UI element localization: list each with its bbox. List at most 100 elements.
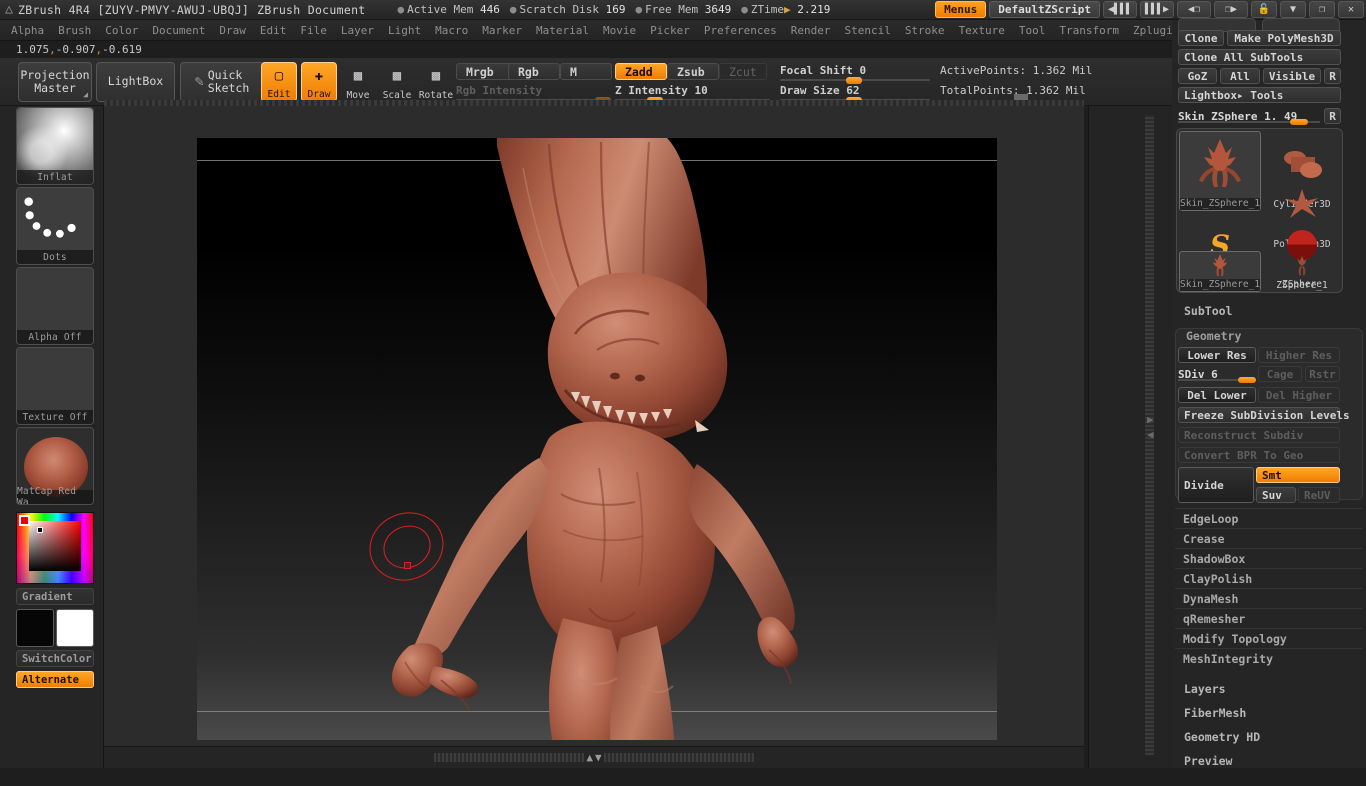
projection-master-button[interactable]: Projection Master ◢ [18,62,92,102]
sdiv-slider[interactable]: SDiv 6 [1178,366,1256,383]
texture-swatch[interactable]: Texture Off [16,347,94,425]
material-swatch[interactable]: MatCap Red Wa [16,427,94,505]
menu-item-file[interactable]: File [293,22,334,38]
section-edgeloop[interactable]: EdgeLoop [1175,508,1363,528]
visible-r-button[interactable]: R [1324,68,1341,84]
zadd-button[interactable]: Zadd [615,63,667,80]
lightbox-button[interactable]: LightBox [96,62,175,102]
menu-item-marker[interactable]: Marker [475,22,529,38]
draw-button[interactable]: ✚ Draw [301,62,337,102]
rgb-button[interactable]: Rgb [508,63,560,80]
menu-item-layer[interactable]: Layer [334,22,381,38]
creature-model[interactable] [197,138,997,740]
zsub-button[interactable]: Zsub [667,63,719,80]
bottom-scroll-bar[interactable]: ▲ ▼ [104,746,1084,768]
slider-knob[interactable] [846,77,862,84]
m-button[interactable]: M [560,63,612,80]
section-crease[interactable]: Crease [1175,528,1363,548]
suv-button[interactable]: Suv [1256,487,1296,503]
reconstruct-subdiv-button[interactable]: Reconstruct Subdiv [1178,427,1340,443]
menu-item-brush[interactable]: Brush [51,22,98,38]
menu-item-color[interactable]: Color [98,22,145,38]
color-cursor-icon[interactable] [37,527,43,533]
clone-button[interactable]: Clone [1178,30,1224,46]
scroll-right-arrow-icon[interactable]: ▶ [1147,413,1154,426]
menu-item-stroke[interactable]: Stroke [898,22,952,38]
scroll-left-icon[interactable]: ◀▌▌▌ [1103,1,1137,18]
stroke-swatch[interactable]: Dots [16,187,94,265]
menus-button[interactable]: Menus [935,1,987,18]
section-layers[interactable]: Layers [1184,682,1226,696]
goz-button[interactable]: GoZ [1178,68,1217,84]
close-icon[interactable]: ✕ [1338,1,1364,18]
lightbox-tools-button[interactable]: Lightbox▸ Tools [1178,87,1341,103]
canvas-area[interactable] [104,106,1084,746]
all-button[interactable]: All [1220,68,1260,84]
switch-color-button[interactable]: SwitchColor [16,650,94,667]
section-fibermesh[interactable]: FiberMesh [1184,706,1246,720]
smt-button[interactable]: Smt [1256,467,1340,483]
tool-thumb-zsphere-1[interactable]: ZSphere_1 [1261,251,1343,292]
menu-item-document[interactable]: Document [145,22,212,38]
restore-icon[interactable]: ❐ [1309,1,1335,18]
menu-item-macro[interactable]: Macro [428,22,475,38]
visible-button[interactable]: Visible [1263,68,1321,84]
menu-item-movie[interactable]: Movie [596,22,643,38]
divide-button[interactable]: Divide [1178,467,1254,503]
focal-shift-slider[interactable]: Focal Shift 0 [780,64,930,84]
menu-item-render[interactable]: Render [784,22,838,38]
reuv-button[interactable]: ReUV [1298,487,1340,503]
lock-icon[interactable]: 🔓 [1251,1,1277,18]
tool-thumbnail-grid[interactable]: Skin_ZSphere_1 Cylinder3D PolyMesh3D [1176,128,1343,293]
section-claypolish[interactable]: ClayPolish [1175,568,1363,588]
menu-item-transform[interactable]: Transform [1052,22,1126,38]
bottom-strip-right[interactable] [603,753,754,762]
make-polymesh3d-button[interactable]: Make PolyMesh3D [1227,30,1341,46]
scroll-up-icon[interactable]: ▲ [586,751,593,764]
section-preview[interactable]: Preview [1184,754,1232,768]
tool-thumb-skin-zsphere-1-large[interactable]: Skin_ZSphere_1 [1179,131,1261,211]
section-meshintegrity[interactable]: MeshIntegrity [1175,648,1363,668]
move-button[interactable]: ▩ Move [340,62,376,102]
secondary-color-square[interactable] [56,609,94,647]
quick-sketch-button[interactable]: ✎ Quick Sketch [180,62,264,102]
mrgb-button[interactable]: Mrgb [456,63,514,80]
minimize-icon[interactable]: ▼ [1280,1,1306,18]
convert-bpr-button[interactable]: Convert BPR To Geo [1178,447,1340,463]
edit-button[interactable]: ▢ Edit [261,62,297,102]
scroll-down-icon[interactable]: ▼ [595,751,602,764]
scroll-right-icon[interactable]: ▌▌▌▶ [1140,1,1174,18]
menu-item-preferences[interactable]: Preferences [697,22,784,38]
scale-button[interactable]: ▩ Scale [379,62,415,102]
menu-item-picker[interactable]: Picker [643,22,697,38]
color-picker[interactable] [16,512,94,584]
clone-all-subtools-button[interactable]: Clone All SubTools [1178,49,1341,65]
scroll-left-arrow-icon[interactable]: ◀ [1147,428,1154,441]
tool-slider-knob[interactable] [1290,119,1308,125]
section-modify-topology[interactable]: Modify Topology [1175,628,1363,648]
tool-prev-icon[interactable]: ◀❐ [1177,1,1211,18]
sdiv-slider-knob[interactable] [1238,377,1256,383]
menu-item-material[interactable]: Material [529,22,596,38]
primary-color-square[interactable] [16,609,54,647]
tool-next-icon[interactable]: ❐▶ [1214,1,1248,18]
menu-item-alpha[interactable]: Alpha [4,22,51,38]
zscript-button[interactable]: DefaultZScript [989,1,1100,18]
rstr-button[interactable]: Rstr [1305,366,1340,382]
section-qremesher[interactable]: qRemesher [1175,608,1363,628]
menu-item-draw[interactable]: Draw [212,22,253,38]
brush-swatch[interactable]: Inflat [16,107,94,185]
menu-item-light[interactable]: Light [381,22,428,38]
zcut-button[interactable]: Zcut [719,63,767,80]
current-tool-r-button[interactable]: R [1324,108,1341,124]
geometry-section-header[interactable]: Geometry [1186,329,1241,343]
del-higher-button[interactable]: Del Higher [1258,387,1340,403]
alternate-button[interactable]: Alternate [16,671,94,688]
rotate-button[interactable]: ▩ Rotate [418,62,454,102]
menu-item-tool[interactable]: Tool [1012,22,1053,38]
menu-item-texture[interactable]: Texture [952,22,1012,38]
menu-item-edit[interactable]: Edit [253,22,294,38]
tool-thumb-skin-zsphere-1-small[interactable]: Skin_ZSphere_1 [1179,251,1261,292]
menu-item-stencil[interactable]: Stencil [837,22,897,38]
section-geometry-hd[interactable]: Geometry HD [1184,730,1260,744]
